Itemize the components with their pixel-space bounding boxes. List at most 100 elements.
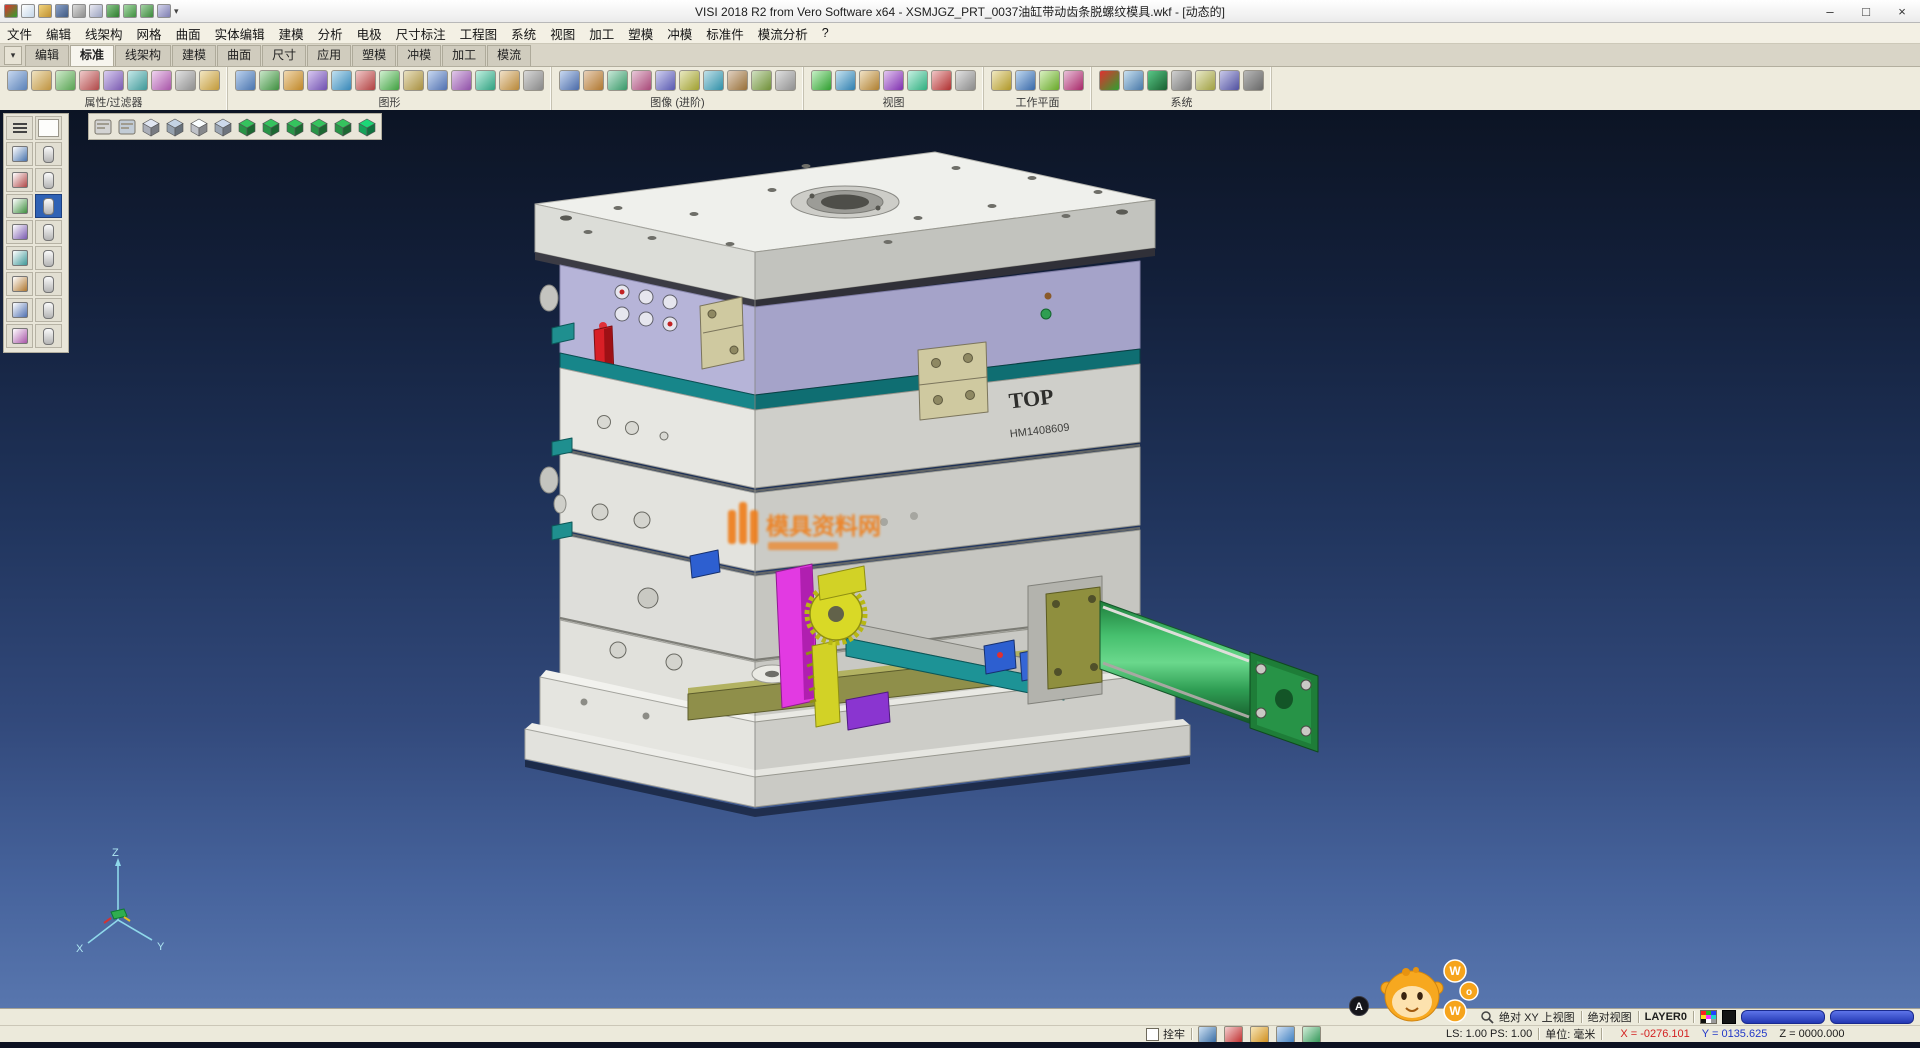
menu-item[interactable]: 电极 bbox=[350, 22, 389, 45]
ribbon-tool-icon[interactable] bbox=[607, 70, 628, 91]
tab-模流[interactable]: 模流 bbox=[487, 45, 531, 66]
ribbon-tool-icon[interactable] bbox=[127, 70, 148, 91]
palette-toggle-icon[interactable] bbox=[35, 168, 62, 192]
save-file-icon[interactable] bbox=[55, 4, 69, 18]
ribbon-tool-icon[interactable] bbox=[103, 70, 124, 91]
zoom-icon[interactable] bbox=[1480, 1010, 1494, 1024]
ribbon-tool-icon[interactable] bbox=[1123, 70, 1144, 91]
current-color-swatch[interactable] bbox=[1722, 1010, 1736, 1024]
tab-应用[interactable]: 应用 bbox=[307, 45, 351, 66]
edit-icon[interactable] bbox=[1302, 1026, 1321, 1043]
graphics-viewport[interactable]: TOP HM1408609 bbox=[0, 110, 1920, 1008]
palette-toggle-icon[interactable] bbox=[35, 272, 62, 296]
tab-曲面[interactable]: 曲面 bbox=[217, 45, 261, 66]
absolute-view-label[interactable]: 绝对视图 bbox=[1588, 1009, 1632, 1025]
menu-item[interactable]: 编辑 bbox=[39, 22, 78, 45]
ribbon-tool-icon[interactable] bbox=[1039, 70, 1060, 91]
ribbon-tool-icon[interactable] bbox=[883, 70, 904, 91]
view-cube-icon[interactable] bbox=[356, 116, 378, 137]
ribbon-tool-icon[interactable] bbox=[451, 70, 472, 91]
palette-tool-icon[interactable] bbox=[6, 220, 33, 244]
ribbon-tool-icon[interactable] bbox=[775, 70, 796, 91]
palette-tool-icon[interactable] bbox=[6, 298, 33, 322]
color-palette-icon[interactable] bbox=[1700, 1010, 1717, 1024]
palette-toggle-icon[interactable] bbox=[35, 298, 62, 322]
ribbon-tool-icon[interactable] bbox=[835, 70, 856, 91]
ribbon-tool-icon[interactable] bbox=[1015, 70, 1036, 91]
view-panel-icon[interactable] bbox=[116, 116, 138, 137]
menu-item[interactable]: 标准件 bbox=[699, 22, 751, 45]
menu-item[interactable]: ? bbox=[815, 24, 836, 42]
menu-item[interactable]: 塑模 bbox=[621, 22, 660, 45]
tab-冲模[interactable]: 冲模 bbox=[397, 45, 441, 66]
palette-tool-icon[interactable] bbox=[6, 272, 33, 296]
menu-item[interactable]: 实体编辑 bbox=[208, 22, 272, 45]
view-cube-icon[interactable] bbox=[236, 116, 258, 137]
palette-tool-icon[interactable] bbox=[6, 168, 33, 192]
ribbon-tool-icon[interactable] bbox=[199, 70, 220, 91]
view-cube-icon[interactable] bbox=[140, 116, 162, 137]
ribbon-tool-icon[interactable] bbox=[1195, 70, 1216, 91]
ribbon-tool-icon[interactable] bbox=[811, 70, 832, 91]
tab-编辑[interactable]: 编辑 bbox=[25, 45, 69, 66]
ribbon-tool-icon[interactable] bbox=[931, 70, 952, 91]
maximize-button[interactable]: □ bbox=[1848, 1, 1884, 22]
ribbon-tool-icon[interactable] bbox=[1243, 70, 1264, 91]
tab-标准[interactable]: 标准 bbox=[70, 45, 114, 66]
view-panel-icon[interactable] bbox=[92, 116, 114, 137]
ribbon-tool-icon[interactable] bbox=[523, 70, 544, 91]
new-file-icon[interactable] bbox=[21, 4, 35, 18]
refresh-icon[interactable] bbox=[140, 4, 154, 18]
view-cube-icon[interactable] bbox=[212, 116, 234, 137]
quick-access-customize-caret[interactable]: ▾ bbox=[174, 6, 179, 17]
menu-item[interactable]: 分析 bbox=[311, 22, 350, 45]
screen-pick-icon[interactable] bbox=[1198, 1026, 1217, 1043]
units-indicator[interactable]: 单位: 毫米 bbox=[1545, 1026, 1595, 1042]
ribbon-tool-icon[interactable] bbox=[307, 70, 328, 91]
tab-加工[interactable]: 加工 bbox=[442, 45, 486, 66]
ribbon-tool-icon[interactable] bbox=[955, 70, 976, 91]
menu-item[interactable]: 加工 bbox=[582, 22, 621, 45]
view-cube-icon[interactable] bbox=[164, 116, 186, 137]
ribbon-tool-icon[interactable] bbox=[679, 70, 700, 91]
ribbon-tool-icon[interactable] bbox=[1099, 70, 1120, 91]
menu-item[interactable]: 冲模 bbox=[660, 22, 699, 45]
palette-toggle-icon[interactable] bbox=[35, 142, 62, 166]
ribbon-tool-icon[interactable] bbox=[31, 70, 52, 91]
ribbon-tool-icon[interactable] bbox=[703, 70, 724, 91]
ribbon-tool-icon[interactable] bbox=[151, 70, 172, 91]
print-icon[interactable] bbox=[72, 4, 86, 18]
ribbon-tool-icon[interactable] bbox=[631, 70, 652, 91]
tab-建模[interactable]: 建模 bbox=[172, 45, 216, 66]
ribbon-tool-icon[interactable] bbox=[259, 70, 280, 91]
ribbon-tool-icon[interactable] bbox=[1219, 70, 1240, 91]
layer-indicator[interactable]: LAYER0 bbox=[1645, 1011, 1687, 1023]
ribbon-tool-icon[interactable] bbox=[1171, 70, 1192, 91]
menu-item[interactable]: 网格 bbox=[130, 22, 169, 45]
ribbon-tool-icon[interactable] bbox=[859, 70, 880, 91]
menu-item[interactable]: 文件 bbox=[0, 22, 39, 45]
ribbon-tool-icon[interactable] bbox=[79, 70, 100, 91]
lock-checkbox[interactable] bbox=[1146, 1028, 1159, 1041]
ribbon-tool-icon[interactable] bbox=[355, 70, 376, 91]
copy-icon[interactable] bbox=[89, 4, 103, 18]
close-button[interactable]: × bbox=[1884, 1, 1920, 22]
palette-tool-icon[interactable] bbox=[6, 142, 33, 166]
cart-icon[interactable] bbox=[1250, 1026, 1269, 1043]
menu-item[interactable]: 工程图 bbox=[453, 22, 505, 45]
view-cube-icon[interactable] bbox=[284, 116, 306, 137]
palette-toggle-icon[interactable] bbox=[35, 220, 62, 244]
menu-item[interactable]: 模流分析 bbox=[751, 22, 815, 45]
ribbon-tool-icon[interactable] bbox=[475, 70, 496, 91]
help-icon[interactable] bbox=[157, 4, 171, 18]
palette-toggle-icon[interactable] bbox=[35, 324, 62, 348]
view-cube-icon[interactable] bbox=[188, 116, 210, 137]
note-icon[interactable] bbox=[1276, 1026, 1295, 1043]
ribbon-tool-icon[interactable] bbox=[1063, 70, 1084, 91]
palette-toggle-icon[interactable] bbox=[35, 246, 62, 270]
ribbon-tool-icon[interactable] bbox=[175, 70, 196, 91]
view-cube-icon[interactable] bbox=[332, 116, 354, 137]
undo-icon[interactable] bbox=[106, 4, 120, 18]
visi-logo-icon[interactable] bbox=[4, 4, 18, 18]
palette-menu-button[interactable] bbox=[6, 116, 33, 140]
